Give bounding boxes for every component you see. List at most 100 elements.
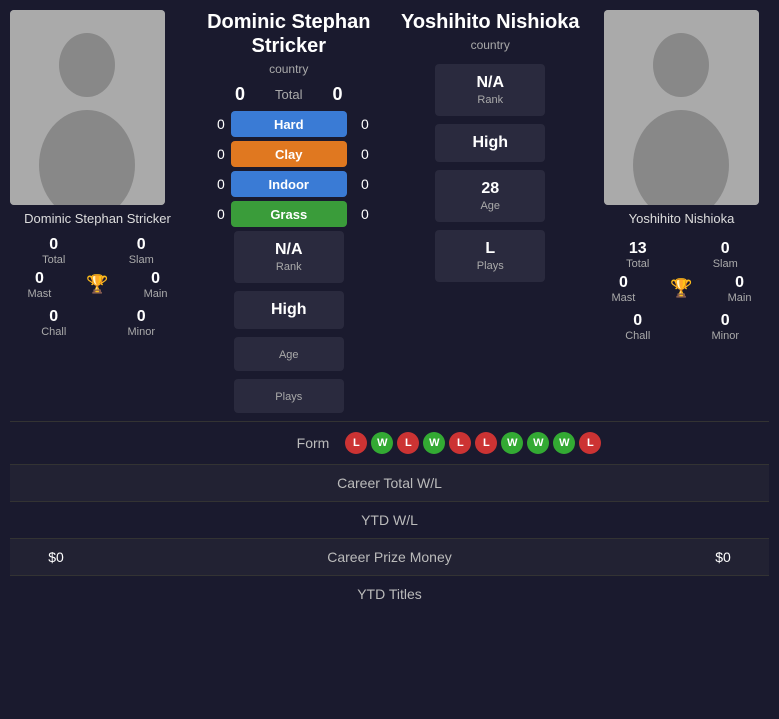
left-trophy-row: 0 Mast 🏆 0 Main [10,270,185,300]
form-badge-3: W [423,432,445,454]
right-player-name: Yoshihito Nishioka [629,211,735,228]
left-slam-label: Slam [129,254,154,266]
hard-score-right: 0 [353,116,369,132]
left-plays-card: Plays [234,379,344,413]
left-high-value: High [244,301,334,319]
total-right-num: 0 [332,84,342,105]
clay-score-left: 0 [209,146,225,162]
career-prize-label: Career Prize Money [86,549,693,565]
left-slam-value: 0 [137,236,146,254]
main-container: Dominic Stephan Stricker 0 Total 0 Slam … [0,0,779,622]
right-chall-value: 0 [633,312,642,330]
ytd-wl-row: YTD W/L [10,501,769,538]
right-plays-label: Plays [445,260,535,272]
left-minor-value: 0 [137,308,146,326]
surface-clay: 0 Clay 0 [209,141,369,167]
bottom-section: Form L W L W L L W W W L Career Total W/… [10,421,769,612]
surface-grass: 0 Grass 0 [209,201,369,227]
grass-badge: Grass [231,201,347,227]
left-center-country: country [269,62,308,76]
left-mast-label: Mast [27,288,51,300]
left-player-card: Dominic Stephan Stricker 0 Total 0 Slam … [10,10,185,417]
form-badge-7: W [527,432,549,454]
right-center-block: Yoshihito Nishioka country N/A Rank High… [393,10,589,417]
form-badge-8: W [553,432,575,454]
left-total-label: Total [42,254,65,266]
right-player-avatar [604,10,759,205]
form-badge-5: L [475,432,497,454]
right-minor-value: 0 [721,312,730,330]
right-total-item: 13 Total [594,236,682,274]
grass-score-left: 0 [209,206,225,222]
left-total-value: 0 [49,236,58,254]
left-plays-label: Plays [244,391,334,403]
right-minor-label: Minor [711,330,739,342]
right-slam-value: 0 [721,240,730,258]
form-label: Form [178,435,346,451]
ytd-wl-label: YTD W/L [268,512,510,528]
left-age-label: Age [244,349,334,361]
left-player-stats: 0 Total 0 Slam [10,232,185,270]
right-chall-item: 0 Chall [594,308,682,346]
clay-badge: Clay [231,141,347,167]
career-prize-left: $0 [26,549,86,565]
left-minor-label: Minor [127,326,155,338]
form-badge-9: L [579,432,601,454]
right-stat-cards: N/A Rank High 28 Age L Plays [435,64,545,286]
right-age-card: 28 Age [435,170,545,222]
total-left-num: 0 [235,84,245,105]
left-center-block: Dominic Stephan Stricker country 0 Total… [191,10,387,417]
career-total-row: Career Total W/L [10,464,769,501]
form-badges: L W L W L L W W W L [345,432,601,454]
right-rank-value: N/A [445,74,535,92]
right-slam-item: 0 Slam [682,236,770,274]
career-total-label: Career Total W/L [268,475,510,491]
right-minor-item: 0 Minor [682,308,770,346]
career-prize-row: $0 Career Prize Money $0 [10,538,769,575]
right-mast-value: 0 [619,274,628,292]
surface-rows: 0 Hard 0 0 Clay 0 0 Indoor 0 [209,111,369,227]
right-high-value: High [445,134,535,152]
right-slam-label: Slam [713,258,738,270]
form-badge-4: L [449,432,471,454]
trophy-icon-right: 🏆 [670,278,692,299]
right-rank-card: N/A Rank [435,64,545,116]
right-center-country: country [471,38,510,52]
form-row: Form L W L W L L W W W L [10,421,769,464]
left-main-value: 0 [151,270,160,288]
form-badge-1: W [371,432,393,454]
trophy-icon-left: 🏆 [86,274,108,295]
left-trophy-icon-cell: 🏆 [86,274,108,295]
indoor-score-right: 0 [353,176,369,192]
right-plays-card: L Plays [435,230,545,282]
left-rank-label: Rank [244,261,334,273]
right-main-label: Main [728,292,752,304]
right-rank-label: Rank [445,94,535,106]
right-chall-label: Chall [625,330,650,342]
right-main-value: 0 [735,274,744,292]
right-high-card: High [435,124,545,162]
right-mast-label: Mast [611,292,635,304]
surface-indoor: 0 Indoor 0 [209,171,369,197]
left-player-avatar [10,10,165,205]
indoor-badge: Indoor [231,171,347,197]
left-chall-value: 0 [49,308,58,326]
left-main-label: Main [144,288,168,300]
ytd-titles-label: YTD Titles [268,586,510,602]
right-mast-cell: 0 Mast [611,274,635,304]
clay-score-right: 0 [353,146,369,162]
right-total-value: 13 [629,240,647,258]
right-main-cell: 0 Main [728,274,752,304]
indoor-score-left: 0 [209,176,225,192]
right-total-label: Total [626,258,649,270]
left-mast-cell: 0 Mast [27,270,51,300]
form-badge-2: L [397,432,419,454]
left-center-title: Dominic Stephan Stricker [191,10,387,58]
left-main-cell: 0 Main [144,270,168,300]
left-mast-value: 0 [35,270,44,288]
form-badge-0: L [345,432,367,454]
left-stat-cards: N/A Rank High Age Plays [234,231,344,417]
right-player-stats: 13 Total 0 Slam [594,236,769,274]
left-minor-item: 0 Minor [98,304,186,342]
hard-score-left: 0 [209,116,225,132]
